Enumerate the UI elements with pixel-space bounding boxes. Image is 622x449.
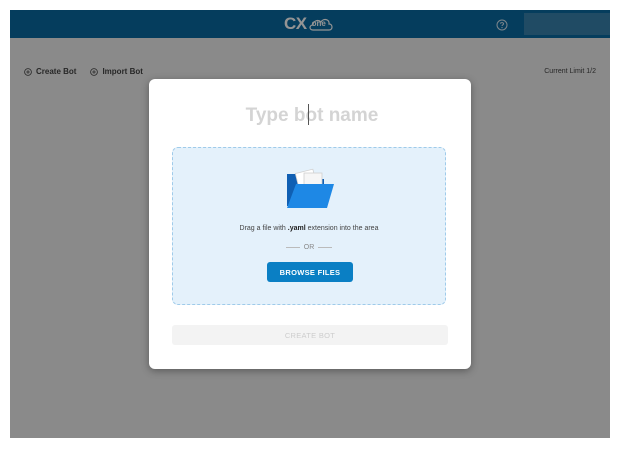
app-window: CX one Create Bot Import Bot Current Lim… <box>10 10 610 438</box>
or-divider: OR <box>173 244 445 251</box>
divider-line-left <box>285 247 300 248</box>
divider-line-right <box>318 247 333 248</box>
browse-files-button[interactable]: BROWSE FILES <box>267 262 353 282</box>
drag-suffix: extension into the area <box>305 225 379 232</box>
text-caret <box>308 104 309 125</box>
drag-instruction: Drag a file with .yaml extension into th… <box>173 225 445 232</box>
bot-name-input[interactable] <box>189 103 435 129</box>
create-bot-submit-button[interactable]: CREATE BOT <box>172 325 448 345</box>
drag-prefix: Drag a file with <box>239 225 288 232</box>
file-dropzone[interactable]: Drag a file with .yaml extension into th… <box>172 147 446 305</box>
or-label: OR <box>303 244 315 251</box>
folder-icon <box>284 168 336 217</box>
yaml-extension: .yaml <box>287 225 306 232</box>
create-bot-modal: Drag a file with .yaml extension into th… <box>149 79 471 369</box>
